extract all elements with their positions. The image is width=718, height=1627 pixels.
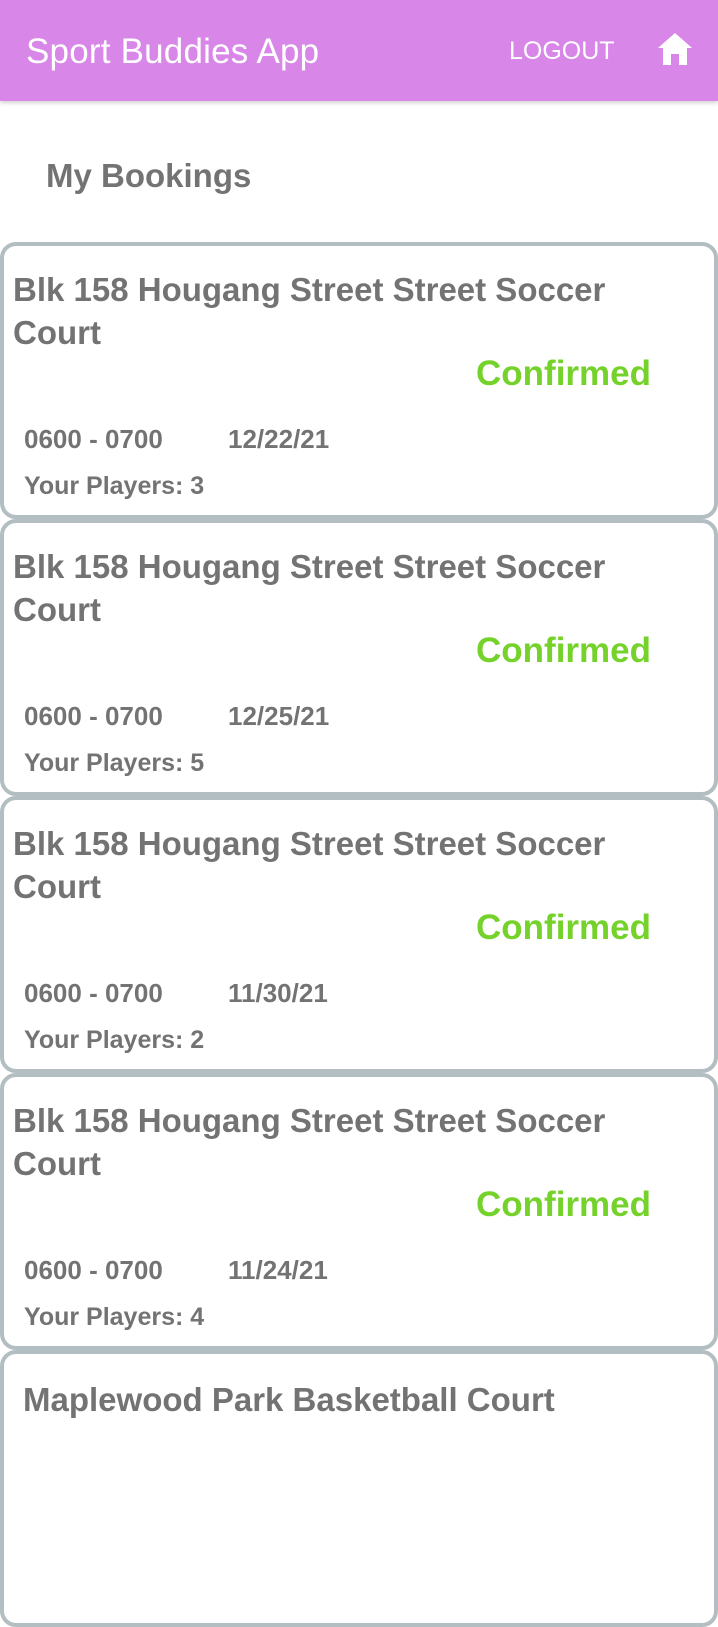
- booking-card[interactable]: Blk 158 Hougang Street Street Soccer Cou…: [0, 796, 718, 1073]
- players-count: Your Players: 2: [24, 1026, 205, 1054]
- app-title: Sport Buddies App: [26, 32, 320, 71]
- court-name: Blk 158 Hougang Street Street Soccer Cou…: [13, 825, 606, 905]
- home-icon: [658, 33, 692, 65]
- status-badge: Confirmed: [476, 1185, 651, 1224]
- booking-time: 0600 - 0700: [24, 424, 163, 454]
- logout-button[interactable]: LOGOUT: [509, 34, 615, 68]
- players-count: Your Players: 5: [24, 749, 205, 777]
- status-badge: Confirmed: [476, 908, 651, 947]
- booking-date: 12/25/21: [228, 701, 330, 731]
- court-name: Blk 158 Hougang Street Street Soccer Cou…: [13, 271, 606, 351]
- booking-card[interactable]: Blk 158 Hougang Street Street Soccer Cou…: [0, 242, 718, 519]
- page-title: My Bookings: [46, 157, 252, 194]
- bookings-list: Blk 158 Hougang Street Street Soccer Cou…: [0, 242, 718, 1627]
- app-bar: Sport Buddies App LOGOUT: [0, 0, 718, 101]
- players-count: Your Players: 3: [24, 472, 205, 500]
- court-name: Blk 158 Hougang Street Street Soccer Cou…: [13, 1102, 606, 1182]
- booking-card[interactable]: Maplewood Park Basketball Court: [0, 1350, 718, 1627]
- players-count: Your Players: 4: [24, 1303, 205, 1331]
- booking-time: 0600 - 0700: [24, 978, 163, 1008]
- court-name: Blk 158 Hougang Street Street Soccer Cou…: [13, 548, 606, 628]
- booking-card[interactable]: Blk 158 Hougang Street Street Soccer Cou…: [0, 1073, 718, 1350]
- booking-time: 0600 - 0700: [24, 701, 163, 731]
- booking-date: 11/24/21: [228, 1255, 328, 1285]
- booking-time: 0600 - 0700: [24, 1255, 163, 1285]
- booking-date: 11/30/21: [228, 978, 328, 1008]
- court-name: Maplewood Park Basketball Court: [23, 1381, 555, 1418]
- home-button[interactable]: [656, 31, 694, 67]
- status-badge: Confirmed: [476, 354, 651, 393]
- booking-card[interactable]: Blk 158 Hougang Street Street Soccer Cou…: [0, 519, 718, 796]
- booking-date: 12/22/21: [228, 424, 330, 454]
- status-badge: Confirmed: [476, 631, 651, 670]
